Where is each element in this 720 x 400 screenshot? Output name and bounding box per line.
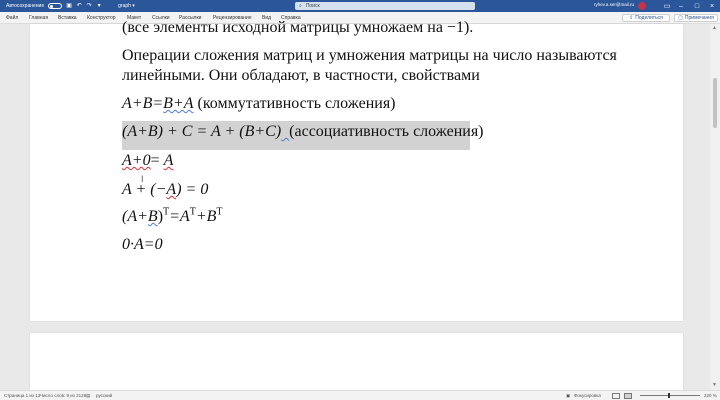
formula-commutativity[interactable]: A+B=B+A (коммутативность сложения) bbox=[122, 95, 396, 113]
avatar[interactable] bbox=[638, 2, 646, 10]
minimize-icon[interactable]: – bbox=[674, 0, 688, 12]
formula-associativity[interactable]: (A+B) + C = A + (B+C) (ассоциативность с… bbox=[122, 123, 484, 141]
formula-text: +B bbox=[195, 208, 217, 225]
document-title[interactable]: graph ▾ bbox=[118, 3, 135, 9]
document-page-2[interactable] bbox=[30, 333, 683, 390]
share-label: Поделиться bbox=[635, 15, 663, 21]
formula-text: =A bbox=[169, 208, 190, 225]
search-placeholder: Поиск bbox=[305, 3, 320, 9]
formula-text-underlined: B+A bbox=[163, 95, 194, 112]
formula-text: (A+ bbox=[122, 208, 148, 225]
share-icon: ⇪ bbox=[629, 15, 634, 21]
tab-insert[interactable]: Вставка bbox=[58, 15, 77, 21]
formula-gap-underlined bbox=[281, 123, 289, 140]
share-button[interactable]: ⇪ Поделиться bbox=[622, 14, 670, 22]
page-count[interactable]: Страница 1 из 13 bbox=[4, 393, 40, 398]
zoom-slider-handle[interactable] bbox=[668, 393, 670, 398]
formula-zero-mult[interactable]: 0·A=0 bbox=[122, 236, 163, 254]
scroll-up-icon[interactable]: ▲ bbox=[712, 25, 717, 31]
formula-text-underlined: A bbox=[166, 181, 177, 198]
formula-text: ) = 0 bbox=[176, 181, 209, 198]
superscript: T bbox=[216, 206, 223, 218]
autosave-toggle[interactable] bbox=[48, 3, 63, 9]
doc-paragraph-line-2[interactable]: линейными. Они обладают, в частности, св… bbox=[122, 67, 480, 85]
tab-file[interactable]: Файл bbox=[6, 15, 18, 21]
formula-text-underlined: A+0 bbox=[122, 152, 151, 169]
print-layout-icon[interactable] bbox=[624, 393, 632, 399]
word-count[interactable]: Число слов: 9 из 2128 bbox=[40, 393, 86, 398]
focus-icon[interactable]: ▣ bbox=[566, 393, 570, 399]
formula-text: A+B= bbox=[122, 95, 164, 112]
scrollbar-thumb[interactable] bbox=[713, 78, 717, 128]
doc-paragraph-line-1[interactable]: Операции сложения матриц и умножения мат… bbox=[122, 47, 617, 65]
autosave-label: Автосохранение bbox=[6, 3, 45, 9]
comments-label: Примечания bbox=[684, 15, 714, 21]
formula-zero-add[interactable]: A+0= A bbox=[122, 152, 173, 170]
tab-design[interactable]: Конструктор bbox=[87, 15, 116, 21]
tab-home[interactable]: Главная bbox=[29, 15, 48, 21]
vertical-scrollbar[interactable]: ▲ ▼ bbox=[710, 24, 720, 390]
quick-access-toolbar: Автосохранение ▣ ↶ ↷ ▾ graph ▾ bbox=[0, 3, 135, 9]
doc-line-1[interactable]: (все элементы исходной матрицы умножаем … bbox=[122, 19, 473, 37]
formula-text: (A+B) + C = A + (B+C) bbox=[122, 123, 282, 140]
close-icon[interactable]: × bbox=[705, 0, 719, 12]
zoom-level[interactable]: 220 % bbox=[704, 393, 717, 398]
zoom-slider[interactable] bbox=[640, 395, 700, 396]
status-bar: Страница 1 из 13 Число слов: 9 из 2128 ▤… bbox=[0, 390, 720, 400]
maximize-icon[interactable]: □ bbox=[690, 0, 704, 12]
read-mode-icon[interactable] bbox=[612, 393, 620, 399]
comment-icon: ▢ bbox=[678, 15, 683, 21]
formula-note: (коммутативность сложения) bbox=[193, 95, 396, 112]
formula-note: (ассоциативность сложения) bbox=[289, 123, 484, 140]
account-name[interactable]: ryhev.a.ser@mail.ru bbox=[594, 2, 634, 7]
title-bar: Автосохранение ▣ ↶ ↷ ▾ graph ▾ ⌕ Поиск r… bbox=[0, 0, 720, 12]
formula-negative[interactable]: A + (−A) = 0 bbox=[122, 181, 208, 199]
search-icon: ⌕ bbox=[299, 3, 302, 9]
proofing-icon[interactable]: ▤ bbox=[86, 393, 90, 399]
formula-transpose[interactable]: (A+B)T=AT+BT bbox=[122, 206, 223, 226]
formula-text: A + (− bbox=[122, 181, 167, 198]
formula-text-underlined: B bbox=[147, 208, 158, 225]
formula-text: = bbox=[150, 152, 164, 169]
focus-mode[interactable]: Фокусировка bbox=[574, 393, 601, 398]
ribbon-display-icon[interactable]: ▭ bbox=[660, 0, 674, 12]
formula-text-underlined: A bbox=[163, 152, 174, 169]
save-icon[interactable]: ▣ bbox=[66, 3, 72, 9]
scroll-down-icon[interactable]: ▼ bbox=[712, 382, 717, 388]
search-box[interactable]: ⌕ Поиск bbox=[295, 2, 475, 10]
language[interactable]: русский bbox=[96, 393, 112, 398]
customize-toolbar-icon[interactable]: ▾ bbox=[96, 3, 102, 9]
comments-button[interactable]: ▢ Примечания bbox=[674, 14, 718, 22]
redo-icon[interactable]: ↷ bbox=[86, 3, 92, 9]
undo-icon[interactable]: ↶ bbox=[76, 3, 82, 9]
